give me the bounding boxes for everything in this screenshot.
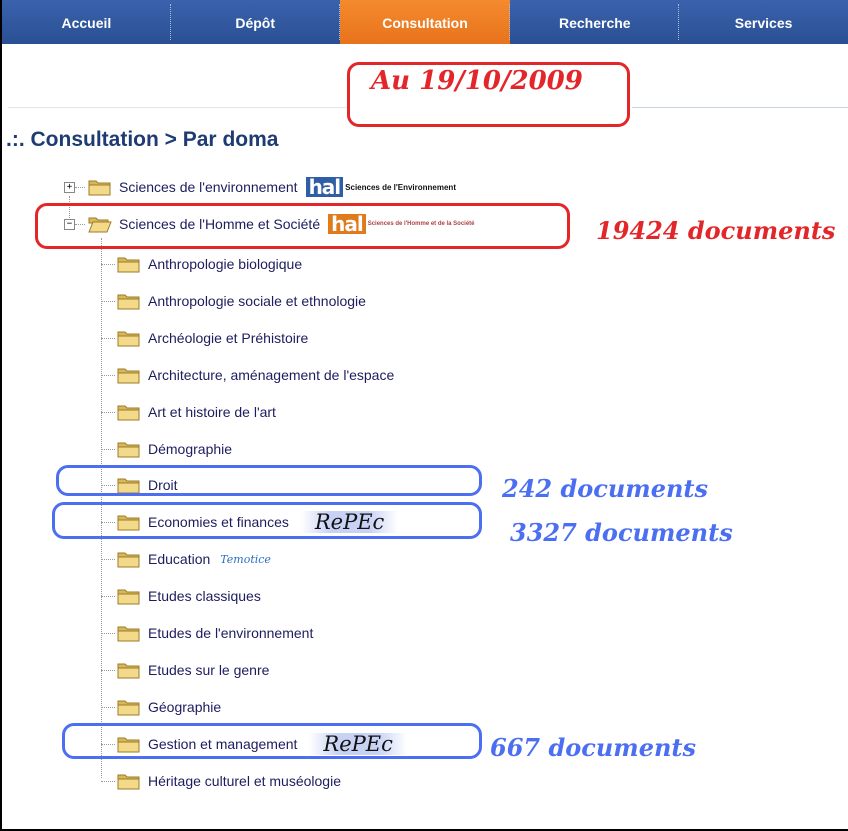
- tree-item-sciences-environnement[interactable]: Sciences de l'environnement hal Sciences …: [88, 175, 456, 199]
- tree-item-label: Etudes classiques: [148, 588, 261, 604]
- tree-item-education[interactable]: Education Temotice: [117, 547, 271, 571]
- folder-icon: [88, 178, 112, 196]
- tree-item-label: Education: [148, 551, 211, 567]
- tree-connector: [101, 412, 115, 413]
- folder-icon: [117, 698, 141, 716]
- nav-recherche[interactable]: Recherche: [510, 0, 679, 44]
- page-title: .:. Consultation > Par doma: [6, 128, 279, 151]
- tree-item-demographie[interactable]: Démographie: [117, 437, 232, 461]
- temotice-logo: Temotice: [220, 552, 271, 566]
- tree-connector: [101, 596, 115, 597]
- tree-connector: [101, 633, 115, 634]
- shs-annotation-box: [35, 203, 570, 249]
- tree-item-label: Art et histoire de l'art: [148, 404, 276, 420]
- tree-connector: [101, 781, 115, 782]
- shs-count-annotation: 19424 documents: [596, 216, 836, 245]
- tree-connector: [101, 264, 115, 265]
- folder-icon: [117, 255, 141, 273]
- expand-icon[interactable]: +: [64, 182, 75, 193]
- tree-item-label: Géographie: [148, 699, 222, 715]
- tree-item-anthropologie-biologique[interactable]: Anthropologie biologique: [117, 252, 302, 276]
- folder-icon: [117, 587, 141, 605]
- tree-connector: [75, 187, 85, 188]
- tree-item-label: Anthropologie biologique: [148, 256, 303, 272]
- tree-item-geographie[interactable]: Géographie: [117, 695, 221, 719]
- tree-connector: [101, 707, 115, 708]
- nav-consultation[interactable]: Consultation: [339, 0, 511, 44]
- folder-icon: [117, 403, 141, 421]
- eco-count-annotation: 3327 documents: [510, 518, 733, 547]
- folder-icon: [117, 550, 141, 568]
- tree-item-anthropologie-sociale-et-ethnologie[interactable]: Anthropologie sociale et ethnologie: [117, 289, 366, 313]
- folder-icon: [117, 661, 141, 679]
- tree-item-label: Anthropologie sociale et ethnologie: [148, 293, 366, 309]
- tree-connector: [101, 375, 115, 376]
- droit-annotation-box: [56, 465, 482, 496]
- tree-connector: [101, 670, 115, 671]
- tree-item-heritage-culturel-et-museologie[interactable]: Héritage culturel et muséologie: [117, 769, 341, 793]
- tree-item-label: Etudes sur le genre: [148, 662, 270, 678]
- divider: [632, 107, 848, 108]
- tree-connector: [101, 559, 115, 560]
- folder-icon: [117, 772, 141, 790]
- main-nav: Accueil Dépôt Consultation Recherche Ser…: [2, 0, 848, 44]
- tree-item-art-et-histoire-de-l-art[interactable]: Art et histoire de l'art: [117, 400, 276, 424]
- folder-icon: [117, 366, 141, 384]
- tree-item-etudes-sur-le-genre[interactable]: Etudes sur le genre: [117, 658, 269, 682]
- eco-annotation-box: [52, 502, 482, 539]
- divider: [8, 107, 348, 108]
- folder-icon: [117, 292, 141, 310]
- tree-connector: [101, 338, 115, 339]
- nav-services[interactable]: Services: [679, 0, 848, 44]
- folder-icon: [117, 624, 141, 642]
- date-annotation: Au 19/10/2009: [371, 66, 583, 96]
- folder-icon: [117, 440, 141, 458]
- gestion-count-annotation: 667 documents: [490, 733, 697, 762]
- nav-depot[interactable]: Dépôt: [171, 0, 340, 44]
- tree-item-archeologie-et-prehistoire[interactable]: Archéologie et Préhistoire: [117, 326, 308, 350]
- tree-item-label: Sciences de l'environnement: [119, 179, 298, 195]
- tree-item-etudes-classiques[interactable]: Etudes classiques: [117, 584, 261, 608]
- tree-item-label: Etudes de l'environnement: [148, 625, 314, 641]
- folder-icon: [117, 329, 141, 347]
- tree-item-label: Architecture, aménagement de l'espace: [148, 367, 395, 383]
- nav-accueil[interactable]: Accueil: [2, 0, 171, 44]
- droit-count-annotation: 242 documents: [502, 474, 709, 503]
- hal-logo: hal Sciences de l'Environnement: [305, 176, 456, 198]
- tree-connector: [101, 449, 115, 450]
- tree-item-etudes-de-l-environnement[interactable]: Etudes de l'environnement: [117, 621, 313, 645]
- gestion-annotation-box: [62, 723, 482, 759]
- tree-item-architecture-amenagement-de-l-espace[interactable]: Architecture, aménagement de l'espace: [117, 363, 394, 387]
- tree-connector: [101, 301, 115, 302]
- tree-item-label: Archéologie et Préhistoire: [148, 330, 309, 346]
- tree-item-label: Héritage culturel et muséologie: [148, 773, 341, 789]
- tree-item-label: Démographie: [148, 441, 233, 457]
